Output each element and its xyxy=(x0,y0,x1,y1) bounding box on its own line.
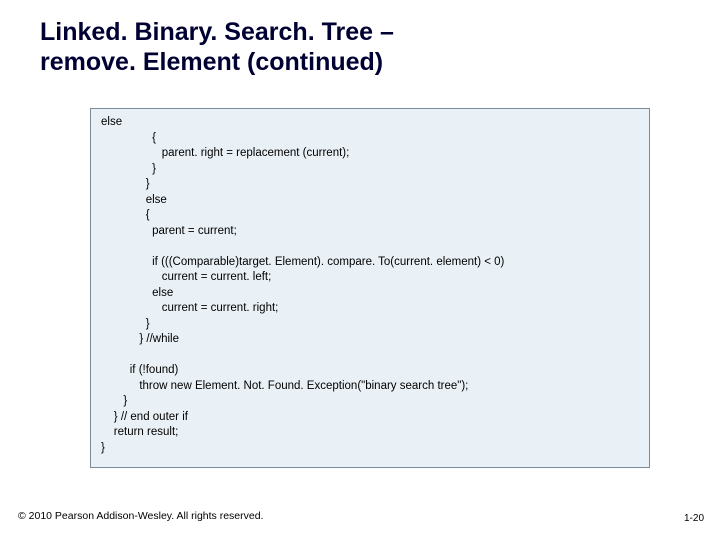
title-line-2: remove. Element (continued) xyxy=(40,48,383,76)
slide-title: Linked. Binary. Search. Tree – remove. E… xyxy=(0,0,720,77)
page-number: 1-20 xyxy=(684,513,704,524)
slide: Linked. Binary. Search. Tree – remove. E… xyxy=(0,0,720,540)
code-box: else { parent. right = replacement (curr… xyxy=(90,108,650,468)
title-line-1: Linked. Binary. Search. Tree – xyxy=(40,18,394,46)
copyright-text: © 2010 Pearson Addison-Wesley. All right… xyxy=(18,510,263,522)
code-content: else { parent. right = replacement (curr… xyxy=(101,115,639,456)
